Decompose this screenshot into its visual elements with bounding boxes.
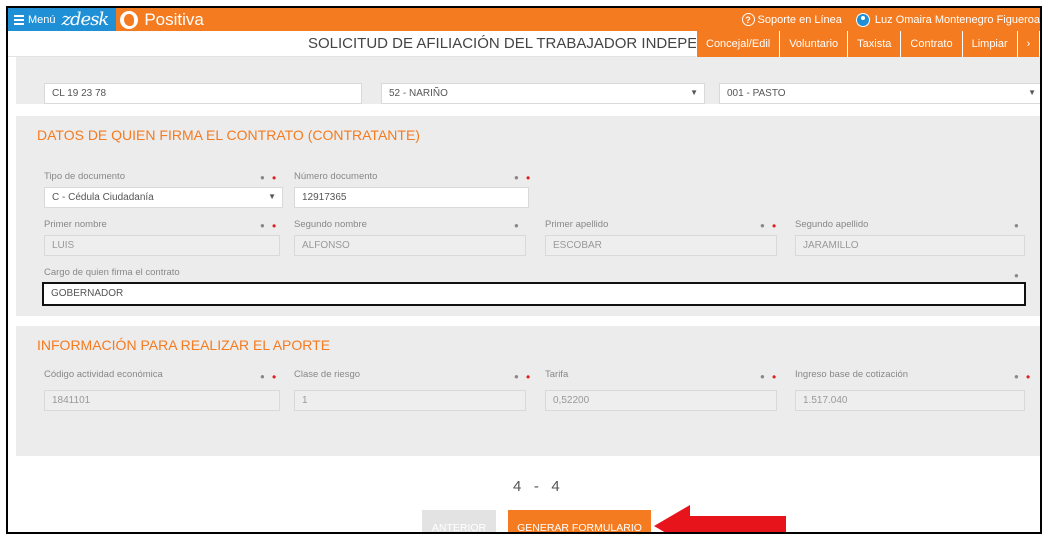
required-icon: •: [272, 219, 277, 233]
info-icon: ●: [260, 372, 265, 381]
voluntario-button[interactable]: Voluntario: [779, 31, 848, 57]
required-icon: •: [272, 370, 277, 384]
generar-formulario-button[interactable]: GENERAR FORMULARIO: [508, 510, 651, 532]
required-icon: •: [526, 370, 531, 384]
tipo-doc-label: Tipo de documento: [44, 171, 125, 182]
info-icon: ●: [1014, 372, 1019, 381]
caret-down-icon: ▼: [268, 192, 276, 201]
title-bar: SOLICITUD DE AFILIACIÓN DEL TRABAJADOR I…: [8, 31, 1040, 57]
actividad-field: 1841101: [44, 390, 280, 411]
red-arrow-icon: [654, 505, 786, 532]
action-buttons: Concejal/Edil Voluntario Taxista Contrat…: [696, 31, 1040, 57]
required-icon: •: [1026, 370, 1031, 384]
tipo-doc-select[interactable]: C - Cédula Ciudadanía ▼: [44, 187, 283, 208]
current-page: 4: [513, 478, 522, 495]
actividad-label: Código actividad económica: [44, 369, 163, 380]
support-label: Soporte en Línea: [757, 13, 842, 26]
required-icon: •: [272, 171, 277, 185]
info-icon: ●: [260, 173, 265, 182]
cargo-label: Cargo de quien firma el contrato: [44, 267, 180, 278]
segundo-apellido-field: JARAMILLO: [795, 235, 1025, 256]
contrato-button[interactable]: Contrato: [900, 31, 962, 57]
primer-apellido-label: Primer apellido: [545, 219, 609, 230]
support-link[interactable]: ? Soporte en Línea: [741, 13, 842, 26]
tipo-doc-value: C - Cédula Ciudadanía: [52, 192, 154, 203]
num-doc-label: Número documento: [294, 171, 378, 182]
info-icon: ●: [760, 221, 765, 230]
user-name: Luz Omaira Montenegro Figueroa: [874, 13, 1040, 26]
info-icon: ●: [514, 221, 519, 230]
menu-label: Menú: [28, 13, 56, 26]
ibc-field: 1.517.040: [795, 390, 1025, 411]
num-doc-field[interactable]: 12917365: [294, 187, 529, 208]
menu-button[interactable]: Menú: [8, 8, 62, 31]
caret-down-icon: ▼: [1028, 88, 1036, 97]
tarifa-label: Tarifa: [545, 369, 569, 380]
app-window: Menú zdesk Positiva ? Soporte en Línea L…: [6, 6, 1042, 534]
zdesk-logo-text: zdesk: [61, 9, 110, 30]
contratante-panel: DATOS DE QUIEN FIRMA EL CONTRATO (CONTRA…: [16, 116, 1040, 316]
required-icon: •: [772, 219, 777, 233]
aporte-section-title: INFORMACIÓN PARA REALIZAR EL APORTE: [37, 337, 331, 353]
primer-nombre-label: Primer nombre: [44, 219, 107, 230]
anterior-button[interactable]: ANTERIOR: [422, 510, 496, 532]
page-title: SOLICITUD DE AFILIACIÓN DEL TRABAJADOR I…: [308, 35, 734, 52]
address-row: CL 19 23 78 52 - NARIÑO ▼ 001 - PASTO ▼: [16, 57, 1040, 104]
riesgo-field: 1: [294, 390, 526, 411]
user-menu[interactable]: Luz Omaira Montenegro Figueroa: [855, 12, 1040, 27]
aporte-panel: INFORMACIÓN PARA REALIZAR EL APORTE Códi…: [16, 326, 1040, 456]
ibc-label: Ingreso base de cotización: [795, 369, 909, 380]
help-icon: ?: [741, 13, 755, 26]
contratante-section-title: DATOS DE QUIEN FIRMA EL CONTRATO (CONTRA…: [37, 127, 420, 143]
municipio-value: 001 - PASTO: [727, 88, 786, 99]
total-pages: 4: [551, 478, 560, 495]
tarifa-field: 0,52200: [545, 390, 777, 411]
info-icon: ●: [514, 372, 519, 381]
segundo-nombre-label: Segundo nombre: [294, 219, 367, 230]
caret-down-icon: ▼: [690, 88, 698, 97]
brand: Positiva: [116, 8, 204, 31]
taxista-button[interactable]: Taxista: [847, 31, 901, 57]
concejal-edil-button[interactable]: Concejal/Edil: [696, 31, 780, 57]
municipio-select[interactable]: 001 - PASTO ▼: [719, 83, 1040, 104]
required-icon: •: [772, 370, 777, 384]
segundo-apellido-label: Segundo apellido: [795, 219, 869, 230]
departamento-value: 52 - NARIÑO: [389, 88, 448, 99]
departamento-select[interactable]: 52 - NARIÑO ▼: [381, 83, 705, 104]
info-icon: ●: [1014, 221, 1019, 230]
info-icon: ●: [760, 372, 765, 381]
page-separator: -: [533, 478, 539, 495]
zdesk-logo: zdesk: [61, 8, 117, 31]
required-icon: •: [526, 171, 531, 185]
riesgo-label: Clase de riesgo: [294, 369, 361, 380]
info-icon: ●: [514, 173, 519, 182]
primer-nombre-field: LUIS: [44, 235, 280, 256]
positiva-logo-icon: [120, 10, 139, 29]
top-bar: Menú zdesk Positiva ? Soporte en Línea L…: [8, 8, 1040, 31]
limpiar-button[interactable]: Limpiar: [961, 31, 1017, 57]
next-actions-button[interactable]: ›: [1016, 31, 1040, 57]
cargo-field[interactable]: GOBERNADOR: [42, 282, 1026, 306]
brand-name: Positiva: [144, 9, 204, 29]
primer-apellido-field: ESCOBAR: [545, 235, 777, 256]
segundo-nombre-field: ALFONSO: [294, 235, 526, 256]
direccion-field[interactable]: CL 19 23 78: [44, 83, 362, 104]
info-icon: ●: [1014, 271, 1019, 280]
user-icon: [855, 12, 870, 27]
hamburger-icon: [14, 13, 24, 27]
info-icon: ●: [260, 221, 265, 230]
page-indicator: 4 - 4: [513, 478, 560, 495]
